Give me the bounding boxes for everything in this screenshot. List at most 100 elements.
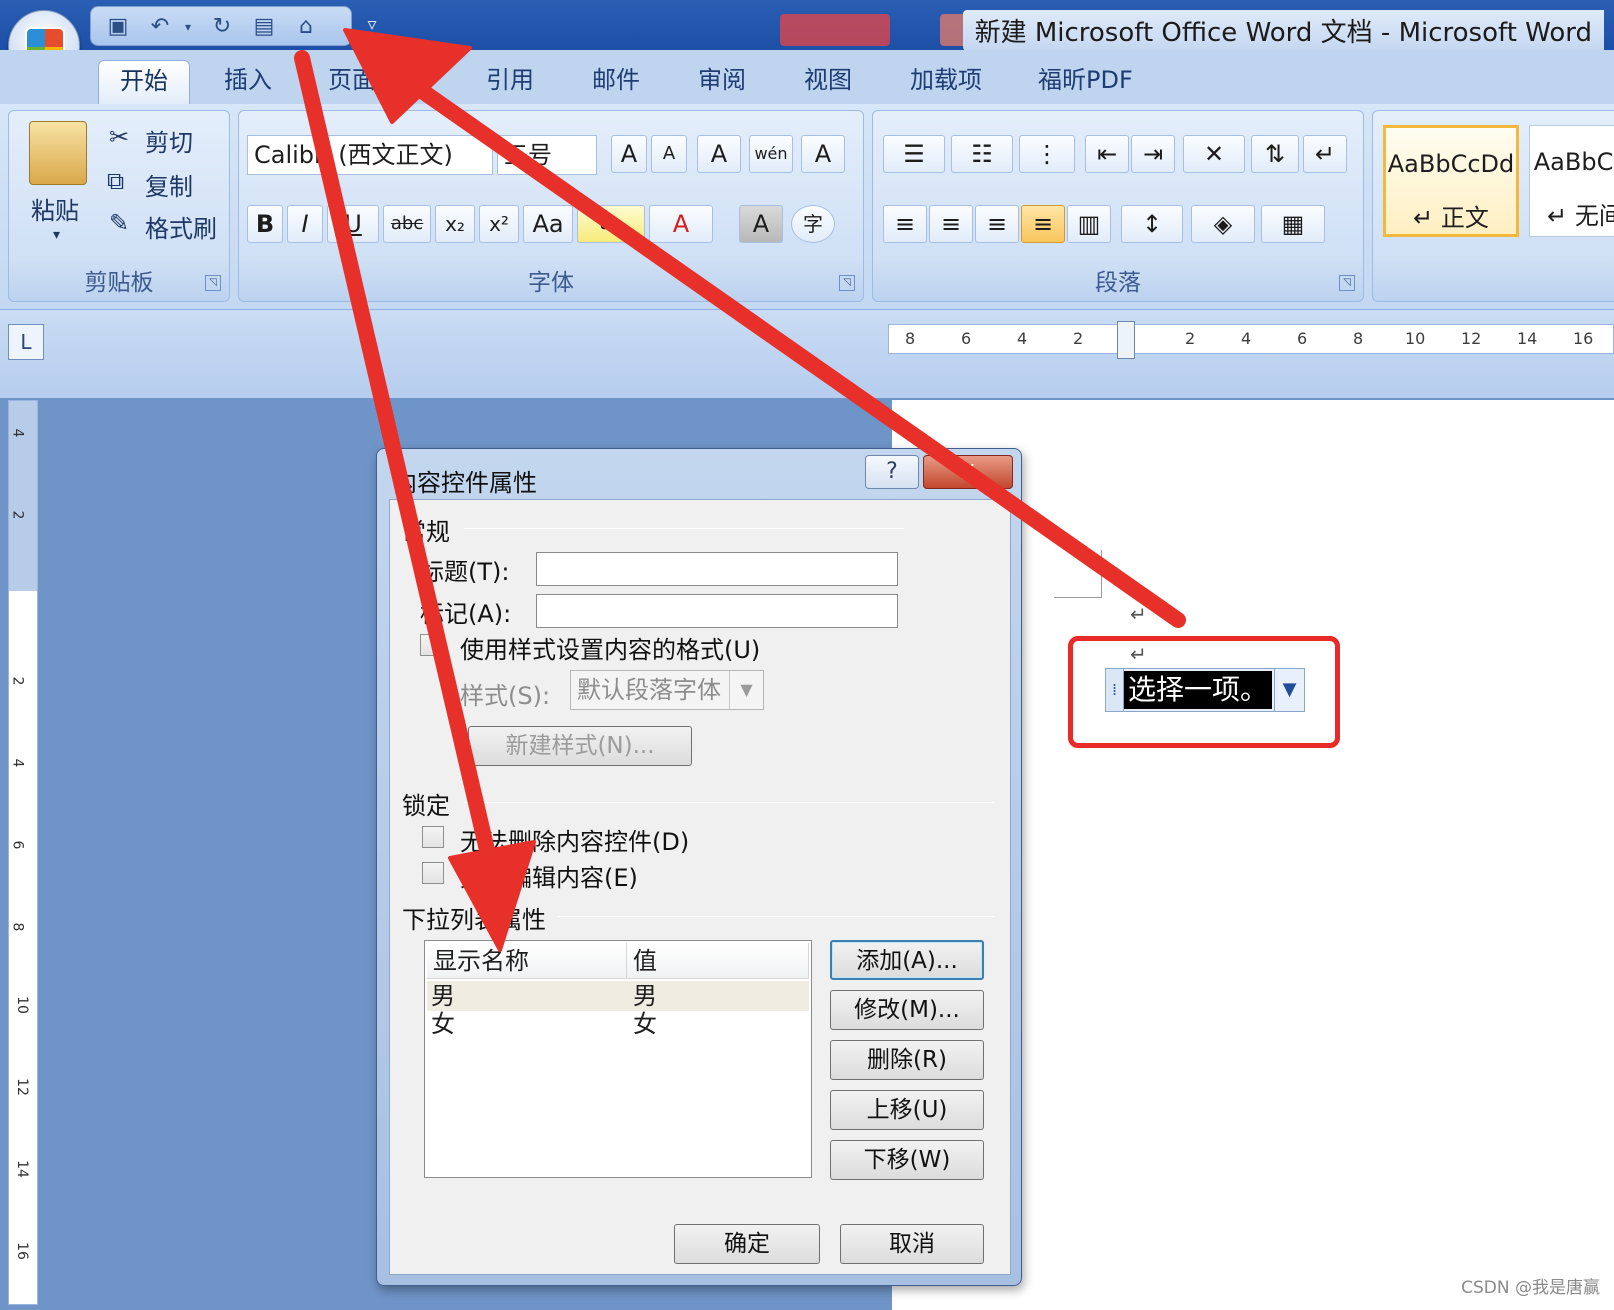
superscript-button[interactable]: x²: [479, 205, 519, 243]
properties-icon[interactable]: ⌂: [293, 14, 319, 40]
tab-references[interactable]: 引用: [480, 60, 540, 104]
line-spacing-icon[interactable]: ↕: [1121, 205, 1183, 243]
move-down-button[interactable]: 下移(W): [830, 1140, 984, 1180]
font-size-combo[interactable]: 五号: [497, 135, 597, 175]
numbering-icon[interactable]: ☷: [951, 135, 1013, 173]
help-button[interactable]: ?: [865, 455, 919, 489]
increase-indent-icon[interactable]: ⇥: [1131, 135, 1175, 173]
font-launcher-icon[interactable]: ◹: [839, 275, 855, 291]
undo-dropdown-icon[interactable]: ▾: [175, 14, 201, 40]
lock-section-label: 锁定: [402, 792, 450, 820]
title-input[interactable]: [536, 552, 898, 586]
tab-insert[interactable]: 插入: [218, 60, 278, 104]
align-center-icon[interactable]: ≡: [929, 205, 973, 243]
tab-mailings[interactable]: 邮件: [586, 60, 646, 104]
save-icon[interactable]: ▣: [105, 14, 131, 40]
strikethrough-button[interactable]: abc: [383, 205, 431, 243]
clipboard-launcher-icon[interactable]: ◹: [205, 275, 221, 291]
list-item[interactable]: 女 女: [427, 1009, 809, 1039]
italic-button[interactable]: I: [287, 205, 323, 243]
new-style-button[interactable]: 新建样式(N)...: [468, 726, 692, 766]
tab-home[interactable]: 开始: [98, 60, 190, 104]
horizontal-ruler[interactable]: 8 6 4 2 2 4 6 8 10 12 14 16: [888, 321, 1614, 359]
dropdown-items-list[interactable]: 显示名称 值 男 男 女 女: [424, 940, 812, 1178]
modify-button[interactable]: 修改(M)...: [830, 990, 984, 1030]
lock-edit-checkbox[interactable]: [422, 862, 444, 884]
subscript-button[interactable]: x₂: [435, 205, 475, 243]
cancel-button[interactable]: 取消: [840, 1224, 984, 1264]
format-painter-button[interactable]: 格式刷: [145, 209, 217, 244]
ruler-bar: L 8 6 4 2 2 4 6 8 10 12 14 16: [0, 310, 1614, 398]
paragraph-launcher-icon[interactable]: ◹: [1339, 275, 1355, 291]
paste-icon[interactable]: [29, 121, 87, 185]
list-item[interactable]: 男 男: [427, 981, 809, 1011]
decrease-indent-icon[interactable]: ⇤: [1085, 135, 1129, 173]
align-right-icon[interactable]: ≡: [975, 205, 1019, 243]
tab-add-ins[interactable]: 加载项: [904, 60, 988, 104]
bold-button[interactable]: B: [247, 205, 283, 243]
shading-icon[interactable]: ◈: [1191, 205, 1255, 243]
chevron-down-icon: ▼: [729, 671, 763, 709]
ok-button[interactable]: 确定: [674, 1224, 820, 1264]
cut-icon[interactable]: ✂: [109, 123, 129, 151]
justify-icon[interactable]: ≡: [1021, 205, 1065, 243]
enclose-char-button[interactable]: 字: [791, 205, 835, 243]
style-normal[interactable]: AaBbCcDd ↵ 正文: [1383, 125, 1519, 237]
use-style-checkbox[interactable]: [420, 634, 442, 656]
ruler-tick: 10: [1405, 329, 1426, 348]
chinese-layout-icon[interactable]: ✕: [1183, 135, 1245, 173]
close-button[interactable]: X: [923, 455, 1013, 489]
tab-page-layout[interactable]: 页面布局: [322, 60, 430, 104]
font-name-combo[interactable]: Calibri (西文正文): [247, 135, 493, 175]
grow-font-button[interactable]: A: [611, 135, 647, 173]
copy-icon[interactable]: ⧉: [107, 167, 124, 195]
align-left-icon[interactable]: ≡: [883, 205, 927, 243]
show-marks-icon[interactable]: ↵: [1303, 135, 1347, 173]
tab-foxit-pdf[interactable]: 福昕PDF: [1032, 60, 1139, 104]
undo-icon[interactable]: ↶: [147, 14, 173, 40]
bullets-icon[interactable]: ☰: [883, 135, 945, 173]
customize-qat-icon[interactable]: ▿: [360, 14, 384, 38]
add-button[interactable]: 添加(A)...: [830, 940, 984, 980]
style-select[interactable]: 默认段落字体 ▼: [570, 670, 764, 710]
tag-input[interactable]: [536, 594, 898, 628]
tab-view[interactable]: 视图: [798, 60, 858, 104]
indent-marker[interactable]: [1117, 321, 1135, 359]
font-color-button[interactable]: A: [649, 205, 713, 243]
content-control-placeholder[interactable]: 选择一项。: [1124, 671, 1273, 709]
shrink-font-button[interactable]: A: [651, 135, 687, 173]
char-shading-button[interactable]: A: [739, 205, 783, 243]
distributed-icon[interactable]: ▥: [1067, 205, 1111, 243]
clipboard-group-label: 剪贴板: [84, 270, 154, 296]
vertical-ruler[interactable]: 4 2 2 4 6 8 10 12 14 16: [8, 400, 38, 1305]
char-border-button[interactable]: A: [801, 135, 845, 173]
remove-button[interactable]: 删除(R): [830, 1040, 984, 1080]
tab-review[interactable]: 审阅: [692, 60, 752, 104]
move-up-button[interactable]: 上移(U): [830, 1090, 984, 1130]
lock-delete-checkbox[interactable]: [422, 826, 444, 848]
borders-icon[interactable]: ▦: [1261, 205, 1325, 243]
highlight-button[interactable]: ab: [577, 205, 645, 243]
column-header-value[interactable]: 值: [627, 943, 809, 979]
redo-icon[interactable]: ↻: [209, 14, 235, 40]
content-control-handle-icon[interactable]: ⁞: [1106, 669, 1124, 711]
cut-button[interactable]: 剪切: [145, 123, 193, 158]
format-painter-icon[interactable]: ✎: [109, 209, 129, 237]
dropdown-content-control[interactable]: ⁞ 选择一项。 ▼: [1105, 668, 1305, 712]
multilevel-list-icon[interactable]: ⋮: [1019, 135, 1075, 173]
clear-format-button[interactable]: A: [697, 135, 741, 173]
copy-button[interactable]: 复制: [145, 167, 193, 202]
phonetic-guide-button[interactable]: wén: [749, 135, 793, 173]
paste-dropdown-icon[interactable]: ▾: [53, 227, 60, 243]
tab-selector-button[interactable]: L: [8, 324, 44, 360]
ruler-tick: 8: [9, 922, 26, 932]
table-icon[interactable]: ▤: [251, 14, 277, 40]
dropdown-arrow-icon[interactable]: ▼: [1274, 669, 1304, 711]
change-case-button[interactable]: Aa: [523, 205, 573, 243]
paste-button[interactable]: 粘贴: [31, 191, 79, 226]
sort-icon[interactable]: ⇅: [1251, 135, 1299, 173]
style-no-spacing[interactable]: AaBbCcDd ↵ 无间隔: [1529, 125, 1614, 237]
underline-button[interactable]: U: [327, 205, 379, 243]
watermark: CSDN @我是唐赢: [1461, 1278, 1600, 1298]
column-header-display-name[interactable]: 显示名称: [427, 943, 627, 979]
